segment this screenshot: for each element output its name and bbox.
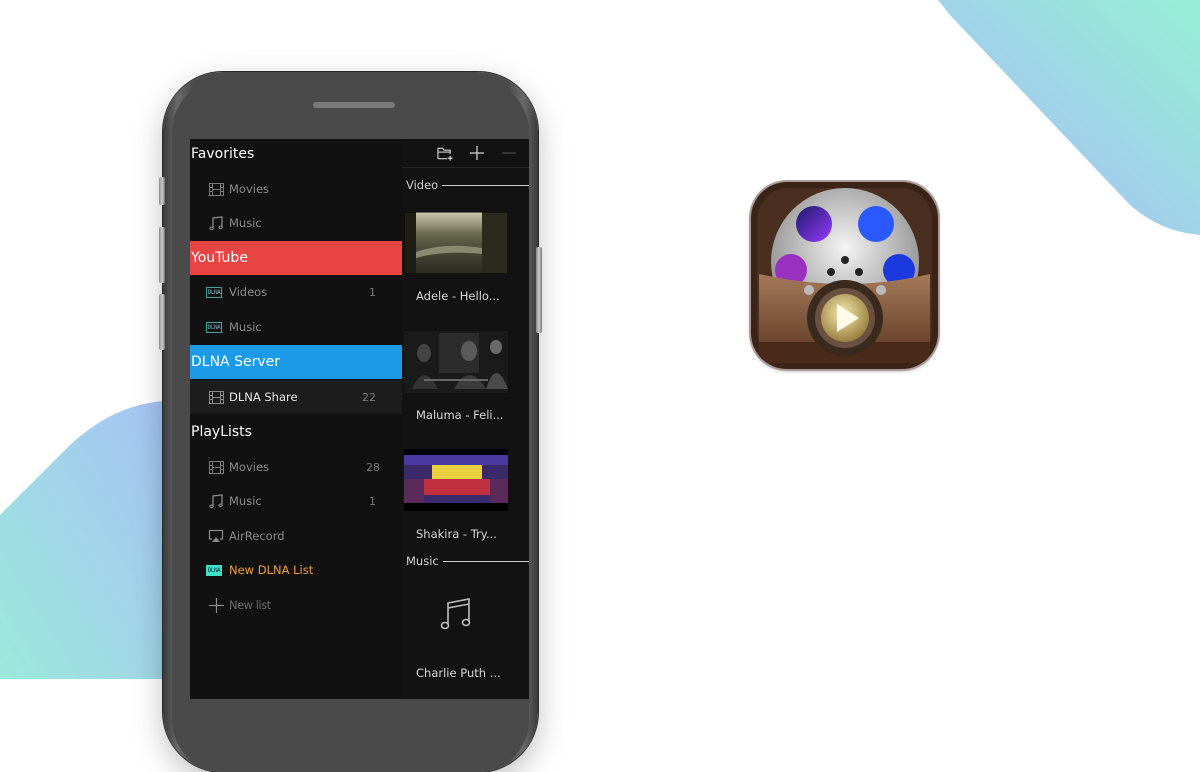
video-thumbnail[interactable] <box>404 212 508 274</box>
plus-icon <box>208 597 224 613</box>
section-label-video: Video <box>406 178 529 192</box>
music-note-icon <box>208 215 224 231</box>
sidebar-item-label: DLNA Share <box>229 390 298 404</box>
phone-speaker <box>313 102 395 108</box>
sidebar-item-count: 28 <box>366 460 380 474</box>
music-title[interactable]: Charlie Puth ... <box>416 666 501 680</box>
app-screen: Favorites Movies Music YouTube DLNA Vide… <box>190 139 529 699</box>
plus-icon[interactable] <box>469 145 485 161</box>
media-content-panel: Video Adele - Hello... Maluma - Feli... … <box>402 139 529 699</box>
sidebar-item-playlists-movies[interactable]: Movies 28 <box>190 450 402 484</box>
sidebar-item-favorites-movies[interactable]: Movies <box>190 172 402 206</box>
folder-add-icon[interactable] <box>437 145 453 161</box>
sidebar-item-label: Movies <box>229 182 270 196</box>
sidebar: Favorites Movies Music YouTube DLNA Vide… <box>190 139 402 699</box>
dlna-icon: DLNA <box>205 286 223 298</box>
film-icon <box>208 459 224 475</box>
phone-volume-up-button <box>159 227 165 283</box>
dlna-icon: DLNA <box>205 564 223 576</box>
sidebar-item-airrecord[interactable]: AirRecord <box>190 519 402 553</box>
sidebar-item-count: 1 <box>369 285 376 299</box>
section-youtube-header[interactable]: YouTube <box>190 241 402 275</box>
minus-icon[interactable] <box>501 145 517 161</box>
video-thumbnail[interactable] <box>404 449 508 511</box>
film-icon <box>208 181 224 197</box>
phone-volume-down-button <box>159 294 165 350</box>
toolbar-divider <box>402 167 529 168</box>
section-favorites-title: Favorites <box>191 146 255 162</box>
video-title[interactable]: Maluma - Feli... <box>416 408 504 422</box>
film-reel-play-app-icon <box>751 182 938 369</box>
phone-mockup: Favorites Movies Music YouTube DLNA Vide… <box>159 72 542 772</box>
section-label-music: Music <box>406 554 529 568</box>
airplay-icon <box>208 528 224 544</box>
section-label-text: Music <box>406 554 439 568</box>
sidebar-item-label: Music <box>229 216 262 230</box>
music-note-icon <box>208 493 224 509</box>
sidebar-item-youtube-music[interactable]: DLNA Music <box>190 310 402 344</box>
section-playlists-title: PlayLists <box>191 424 252 440</box>
music-note-icon[interactable] <box>440 597 472 635</box>
section-divider-line <box>442 560 529 562</box>
toolbar <box>437 145 517 161</box>
sidebar-item-dlna-share[interactable]: DLNA Share 22 <box>190 380 402 414</box>
sidebar-item-label: AirRecord <box>229 529 285 543</box>
sidebar-item-label: Music <box>229 320 262 334</box>
sidebar-item-youtube-videos[interactable]: DLNA Videos 1 <box>190 275 402 309</box>
sidebar-item-label: Videos <box>229 285 268 299</box>
phone-bezel: Favorites Movies Music YouTube DLNA Vide… <box>172 80 529 772</box>
section-dlna-server-header[interactable]: DLNA Server <box>190 345 402 379</box>
phone-mute-switch <box>159 177 165 205</box>
dlna-icon: DLNA <box>205 321 223 333</box>
sidebar-item-favorites-music[interactable]: Music <box>190 206 402 240</box>
phone-power-button <box>536 247 542 333</box>
film-icon <box>208 389 224 405</box>
sidebar-item-label: Music <box>229 494 262 508</box>
sidebar-item-count: 22 <box>362 390 376 404</box>
video-thumbnail[interactable] <box>404 331 508 393</box>
sidebar-item-count: 1 <box>369 494 376 508</box>
sidebar-item-new-dlna-list[interactable]: DLNA New DLNA List <box>190 553 402 587</box>
sidebar-item-label: Movies <box>229 460 270 474</box>
sidebar-item-new-list[interactable]: New list <box>190 588 402 622</box>
sidebar-item-label: New list <box>229 598 271 612</box>
section-label-text: Video <box>406 178 439 192</box>
sidebar-item-label: New DLNA List <box>229 563 314 577</box>
video-title[interactable]: Adele - Hello... <box>416 289 500 303</box>
section-divider-line <box>442 184 529 186</box>
sidebar-item-playlists-music[interactable]: Music 1 <box>190 484 402 518</box>
video-title[interactable]: Shakira - Try... <box>416 527 497 541</box>
